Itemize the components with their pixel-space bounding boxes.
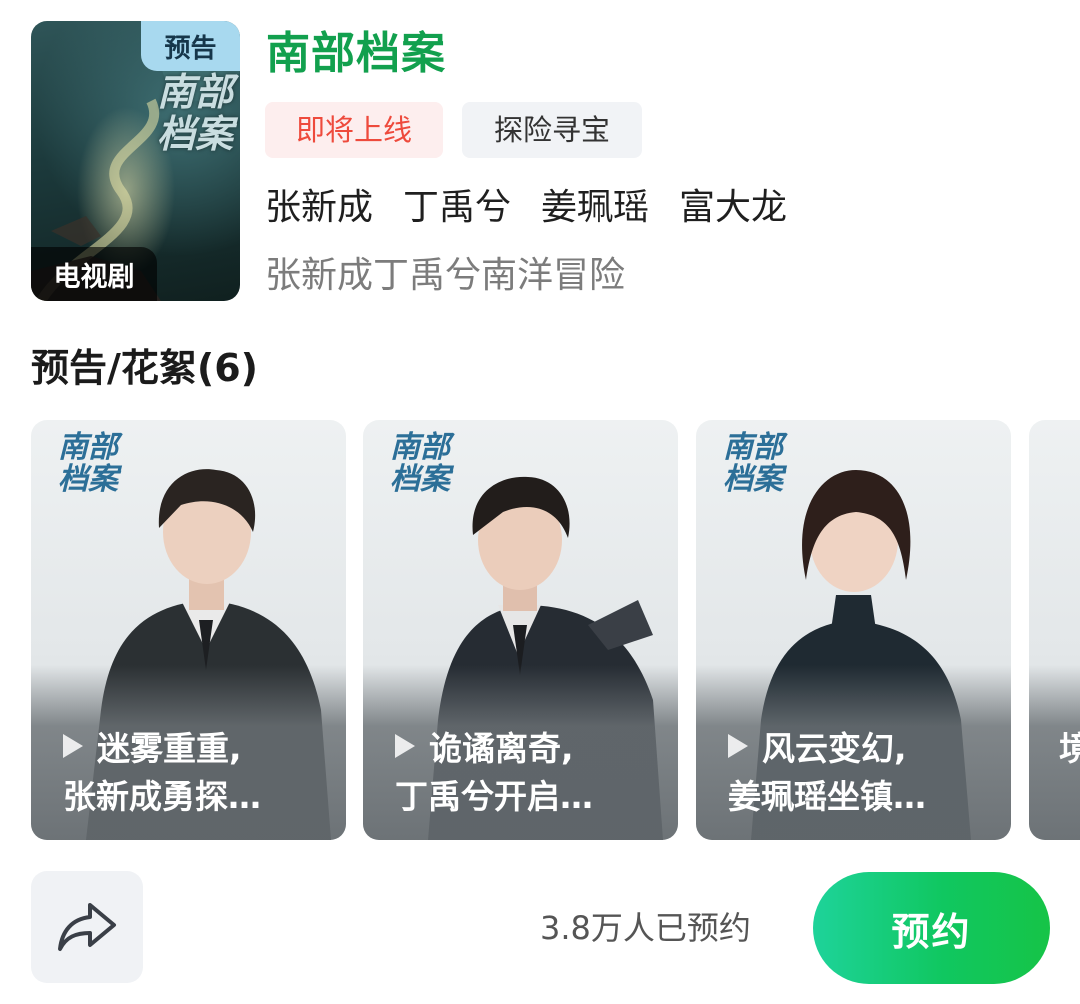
card-title: 迷雾重重, 张新成勇探…: [63, 725, 333, 821]
genre-tag[interactable]: 探险寻宝: [462, 102, 642, 158]
trailer-carousel[interactable]: 南部档案 迷雾重重, 张新成勇探… 南部档案 诡谲离奇, 丁禹兮开启… 南部档案…: [0, 420, 1080, 840]
card-title-line: 姜珮瑶坐镇…: [728, 777, 926, 816]
card-title: 境: [1059, 729, 1080, 768]
trailer-badge: 预告: [141, 21, 240, 71]
cast-list: 张新成 丁禹兮 姜珮瑶 富大龙: [265, 180, 787, 236]
play-icon: [395, 734, 415, 758]
poster-title-calligraphy: 南部档案: [156, 69, 233, 156]
show-title[interactable]: 南部档案: [266, 24, 446, 84]
reserve-button[interactable]: 预约: [813, 872, 1050, 984]
show-subtitle: 张新成丁禹兮南洋冒险: [265, 255, 626, 296]
card-title-line: 张新成勇探…: [63, 777, 261, 816]
trailers-section-title[interactable]: 预告/花絮(6): [31, 338, 258, 398]
play-icon: [728, 734, 748, 758]
trailer-card[interactable]: 南部档案 迷雾重重, 张新成勇探…: [31, 420, 346, 840]
cast-member[interactable]: 丁禹兮: [403, 180, 511, 236]
share-arrow-icon: [58, 903, 116, 951]
card-title: 诡谲离奇, 丁禹兮开启…: [395, 725, 665, 821]
share-button[interactable]: [31, 871, 143, 983]
cast-member[interactable]: 姜珮瑶: [541, 180, 649, 236]
status-tag: 即将上线: [265, 102, 443, 158]
card-title: 风云变幻, 姜珮瑶坐镇…: [728, 725, 998, 821]
card-title-line: 丁禹兮开启…: [395, 777, 593, 816]
card-title-line: 迷雾重重,: [97, 729, 242, 768]
category-badge: 电视剧: [31, 247, 157, 301]
play-icon: [63, 734, 83, 758]
trailer-card[interactable]: 境: [1029, 420, 1080, 840]
reservation-count: 3.8万人已预约: [540, 909, 751, 947]
trailer-card[interactable]: 南部档案 风云变幻, 姜珮瑶坐镇…: [696, 420, 1011, 840]
cast-member[interactable]: 富大龙: [679, 180, 787, 236]
cast-member[interactable]: 张新成: [265, 180, 373, 236]
show-poster[interactable]: 南部档案 预告 电视剧: [31, 21, 240, 301]
card-title-line: 诡谲离奇,: [429, 729, 574, 768]
trailer-card[interactable]: 南部档案 诡谲离奇, 丁禹兮开启…: [363, 420, 678, 840]
card-title-line: 风云变幻,: [762, 729, 907, 768]
